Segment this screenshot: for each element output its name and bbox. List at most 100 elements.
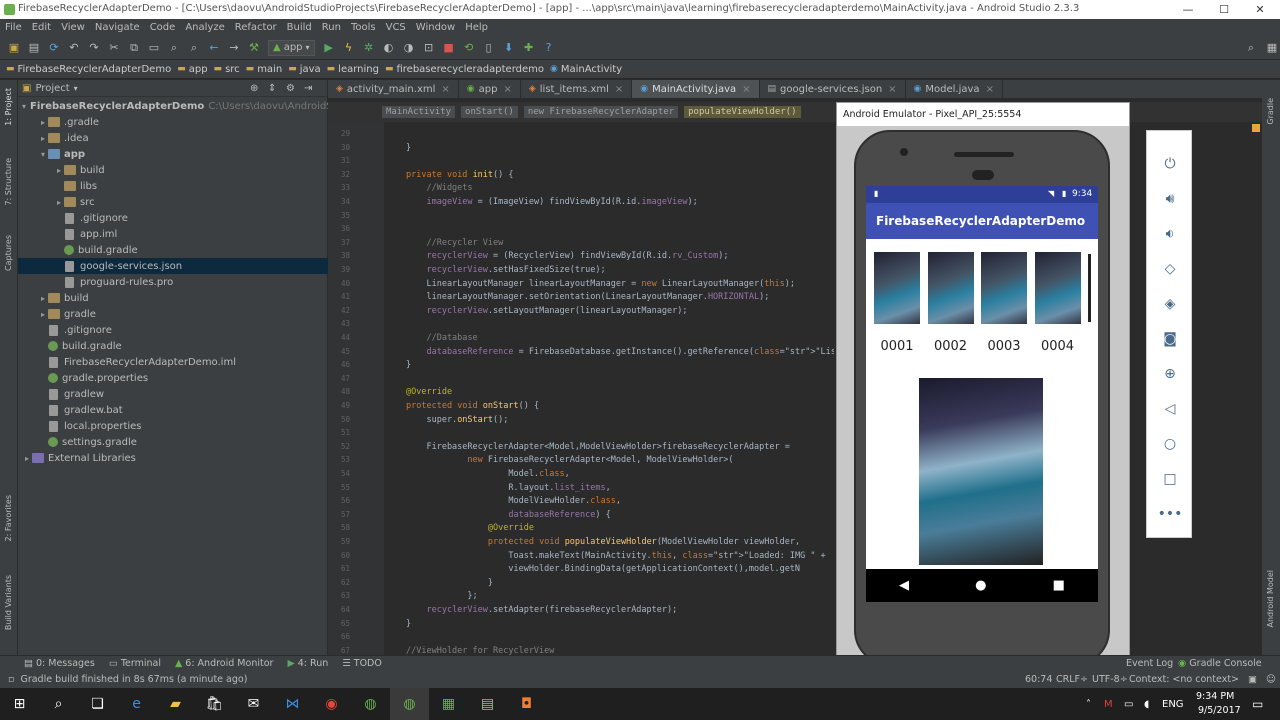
camera-icon[interactable]: ◙ xyxy=(1147,324,1193,354)
collapse-icon[interactable]: ⇕ xyxy=(268,83,276,94)
chrome-icon[interactable]: ◉ xyxy=(312,688,351,720)
run-config-select[interactable]: ▲ app ▾ xyxy=(268,39,315,56)
nav-crumb-src[interactable]: ▬ src xyxy=(214,64,240,75)
tree-item-gitignore[interactable]: .gitignore xyxy=(18,210,328,226)
code-breadcrumb-new-firebaserecycleradapter[interactable]: new FirebaseRecyclerAdapter xyxy=(523,106,679,118)
taskbar-time[interactable]: 9:34 PM xyxy=(1196,691,1234,702)
taskbar-date[interactable]: 9/5/2017 xyxy=(1198,705,1241,716)
tree-item-gradle[interactable]: ▸ gradle xyxy=(18,306,328,322)
recents-nav-icon[interactable]: ■ xyxy=(1053,578,1065,593)
code-breadcrumb-onstart[interactable]: onStart() xyxy=(461,106,518,118)
tree-item-idea[interactable]: ▸ .idea xyxy=(18,130,328,146)
code-breadcrumb-populateviewholder[interactable]: populateViewHolder() xyxy=(684,106,801,118)
menu-navigate[interactable]: Navigate xyxy=(90,22,145,33)
caret-position[interactable]: 60:74 xyxy=(1025,674,1052,685)
windows-start-icon[interactable]: ⊞ xyxy=(0,688,39,720)
gradle-console-tool[interactable]: ◉ Gradle Console xyxy=(1178,658,1262,669)
undo-icon[interactable]: ↶ xyxy=(65,39,83,57)
tab-activity-main-xml[interactable]: ◈ activity_main.xml × xyxy=(328,80,459,98)
tree-item-build-gradle[interactable]: build.gradle xyxy=(18,242,328,258)
cut-icon[interactable]: ✂ xyxy=(105,39,123,57)
tool-android-model[interactable]: Android Model xyxy=(1266,570,1275,628)
nav-crumb-learning[interactable]: ▬ learning xyxy=(327,64,379,75)
tree-item-app[interactable]: ▾ app xyxy=(18,146,328,162)
tab-list-items-xml[interactable]: ◈ list_items.xml × xyxy=(521,80,633,98)
volume-down-icon[interactable]: 🔉︎ xyxy=(1147,219,1193,249)
tree-item-libs[interactable]: libs xyxy=(18,178,328,194)
thumbnail-image[interactable] xyxy=(874,252,920,324)
back-icon[interactable]: ◁ xyxy=(1147,394,1193,424)
home-nav-icon[interactable]: ● xyxy=(975,578,986,593)
expand-arrow-icon[interactable]: ▸ xyxy=(54,166,64,175)
save-icon[interactable]: ▤ xyxy=(25,39,43,57)
messages-tool[interactable]: ▤ 0: Messages xyxy=(24,658,95,669)
profile-icon[interactable]: ◑ xyxy=(400,39,418,57)
nav-crumb-firebaserecycleradapterdemo[interactable]: ▬ FirebaseRecyclerAdapterDemo xyxy=(6,64,171,75)
sync-gradle-icon[interactable]: ⟲ xyxy=(460,39,478,57)
open-folder-icon[interactable]: ▣ xyxy=(5,39,23,57)
nav-crumb-java[interactable]: ▬ java xyxy=(288,64,320,75)
paste-icon[interactable]: ▭ xyxy=(145,39,163,57)
nav-crumb-firebaserecycleradapterdemo[interactable]: ▬ firebaserecycleradapterdemo xyxy=(385,64,544,75)
tree-item-gradlew[interactable]: gradlew xyxy=(18,386,328,402)
task-view-icon[interactable]: ❏ xyxy=(78,688,117,720)
sheets-icon[interactable]: ▦ xyxy=(429,688,468,720)
menu-run[interactable]: Run xyxy=(317,22,346,33)
menu-edit[interactable]: Edit xyxy=(27,22,56,33)
action-center-icon[interactable]: ▭ xyxy=(1252,697,1263,711)
todo-tool[interactable]: ☰ TODO xyxy=(342,658,382,669)
stop-icon[interactable]: ■ xyxy=(440,39,458,57)
tree-item-proguard-rules-pro[interactable]: proguard-rules.pro xyxy=(18,274,328,290)
menu-view[interactable]: View xyxy=(56,22,90,33)
expand-arrow-icon[interactable]: ▸ xyxy=(38,134,48,143)
menu-code[interactable]: Code xyxy=(145,22,181,33)
tray-app-icon[interactable]: M xyxy=(1104,699,1113,710)
tab-model-java[interactable]: ◉ Model.java × xyxy=(906,80,1003,98)
layout-icon[interactable]: ▦ xyxy=(1263,39,1280,57)
close-tab-icon[interactable]: × xyxy=(503,84,511,95)
close-tab-icon[interactable]: × xyxy=(615,84,623,95)
forward-icon[interactable]: → xyxy=(225,39,243,57)
file-explorer-icon[interactable]: ▰ xyxy=(156,688,195,720)
tool-build-variants[interactable]: Build Variants xyxy=(4,575,13,630)
terminal-tool[interactable]: ▭ Terminal xyxy=(109,658,161,669)
tree-item-external-libraries[interactable]: ▸ External Libraries xyxy=(18,450,328,466)
help-icon[interactable]: ? xyxy=(540,39,558,57)
home-icon[interactable]: ○ xyxy=(1147,429,1193,459)
android-monitor-tool[interactable]: ▲ 6: Android Monitor xyxy=(175,658,273,669)
camtasia-icon[interactable]: ◍ xyxy=(390,688,429,720)
instant-run-icon[interactable]: ϟ xyxy=(340,39,358,57)
notepad-icon[interactable]: ▤ xyxy=(468,688,507,720)
menu-help[interactable]: Help xyxy=(460,22,493,33)
sync-icon[interactable]: ⟳ xyxy=(45,39,63,57)
volume-up-icon[interactable]: 🔊︎ xyxy=(1147,184,1193,214)
android-device-monitor-icon[interactable]: ✚ xyxy=(520,39,538,57)
tab-mainactivity-java[interactable]: ◉ MainActivity.java × xyxy=(632,80,760,98)
expand-arrow-icon[interactable]: ▸ xyxy=(54,198,64,207)
store-icon[interactable]: 🛍︎ xyxy=(195,688,234,720)
run-icon[interactable]: ▶ xyxy=(320,39,338,57)
redo-icon[interactable]: ↷ xyxy=(85,39,103,57)
menu-file[interactable]: File xyxy=(0,22,27,33)
tab-app[interactable]: ◉ app × xyxy=(459,80,521,98)
nav-crumb-main[interactable]: ▬ main xyxy=(246,64,283,75)
overview-icon[interactable]: □ xyxy=(1147,464,1193,494)
tool-structure[interactable]: 7: Structure xyxy=(4,158,13,206)
make-project-icon[interactable]: ⚒ xyxy=(245,39,263,57)
code-breadcrumb-mainactivity[interactable]: MainActivity xyxy=(382,106,456,118)
power-icon[interactable]: ⏻ xyxy=(1147,149,1193,179)
volume-icon[interactable]: ◖ xyxy=(1144,699,1149,710)
context-indicator[interactable]: Context: <no context> xyxy=(1129,674,1239,685)
close-tab-icon[interactable]: × xyxy=(742,84,750,95)
expand-arrow-icon[interactable]: ▸ xyxy=(22,454,32,463)
nav-crumb-mainactivity[interactable]: ◉ MainActivity xyxy=(550,64,622,75)
minimize-button[interactable]: — xyxy=(1170,0,1206,19)
thumbnail-image[interactable] xyxy=(927,252,974,324)
expand-arrow-icon[interactable]: ▾ xyxy=(22,102,26,111)
file-encoding[interactable]: UTF-8÷ xyxy=(1092,674,1128,685)
line-separator[interactable]: CRLF÷ xyxy=(1056,674,1088,685)
coverage-icon[interactable]: ◐ xyxy=(380,39,398,57)
back-nav-icon[interactable]: ◀ xyxy=(899,578,909,593)
tool-gradle[interactable]: Gradle xyxy=(1266,98,1275,125)
tree-item-firebaserecycleradapterdemo[interactable]: ▾ FirebaseRecyclerAdapterDemo C:\Users\dao… xyxy=(18,98,368,114)
